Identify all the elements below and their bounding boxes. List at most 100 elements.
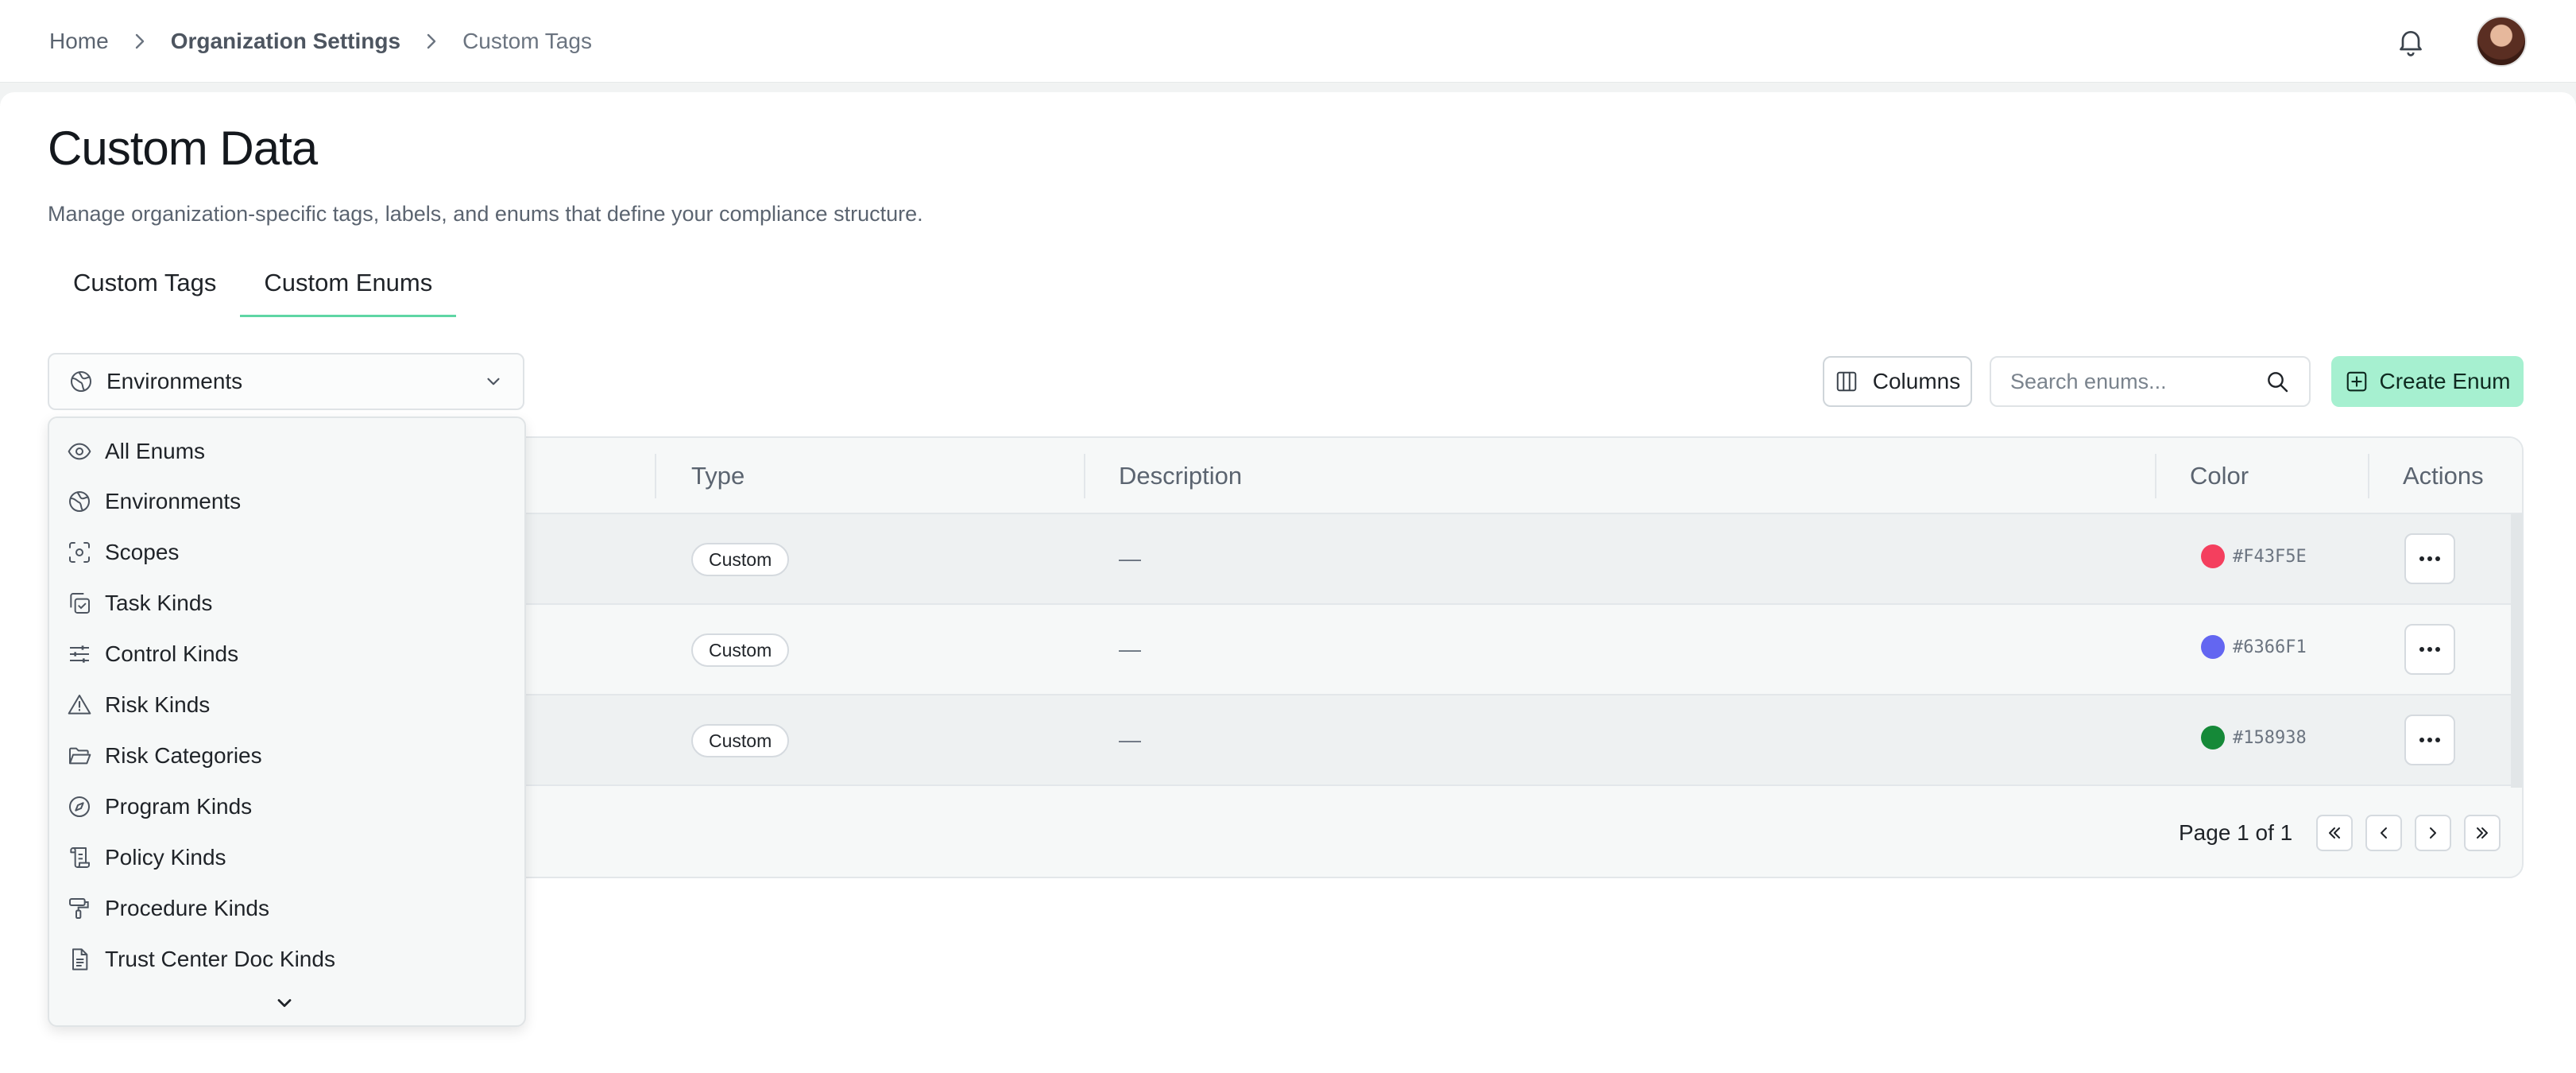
color-cell: #F43F5E xyxy=(2201,544,2307,568)
type-badge: Custom xyxy=(691,633,790,667)
breadcrumb-organization-settings[interactable]: Organization Settings xyxy=(171,29,400,54)
menu-item-label: Scopes xyxy=(105,540,180,564)
enum-type-select[interactable]: Environments xyxy=(48,353,524,410)
color-swatch xyxy=(2201,544,2225,568)
chevron-right-icon xyxy=(424,33,439,50)
menu-item-label: Control Kinds xyxy=(105,641,239,666)
sliders-icon xyxy=(67,641,92,667)
type-badge: Custom xyxy=(691,543,790,576)
search-field xyxy=(1990,356,2311,407)
menu-item-label: Risk Categories xyxy=(105,743,262,768)
chevrons-left-icon xyxy=(2329,827,2341,839)
column-header-type[interactable]: Type xyxy=(691,462,745,490)
last-page-button[interactable] xyxy=(2464,815,2501,851)
search-input[interactable] xyxy=(2010,369,2249,394)
chevron-down-icon[interactable] xyxy=(273,992,299,1017)
type-badge: Custom xyxy=(691,724,790,757)
warning-triangle-icon xyxy=(67,692,92,718)
description-cell: — xyxy=(1119,727,1141,752)
menu-item-control-kinds[interactable]: Control Kinds xyxy=(67,632,512,676)
compass-icon xyxy=(67,794,92,819)
tab-custom-enums[interactable]: Custom Enums xyxy=(240,259,457,317)
column-divider xyxy=(2155,454,2156,498)
color-hex: #6366F1 xyxy=(2233,637,2307,657)
search-icon[interactable] xyxy=(2265,369,2290,394)
breadcrumb-home[interactable]: Home xyxy=(49,29,109,54)
scan-icon xyxy=(67,540,92,565)
menu-item-label: Program Kinds xyxy=(105,794,253,819)
menu-item-program-kinds[interactable]: Program Kinds xyxy=(67,784,512,829)
more-horizontal-icon xyxy=(2419,738,2440,742)
header-actions xyxy=(2393,15,2527,67)
top-bar: Home Organization Settings Custom Tags xyxy=(0,0,2576,83)
globe-icon xyxy=(67,489,92,514)
menu-item-procedure-kinds[interactable]: Procedure Kinds xyxy=(67,886,512,931)
menu-item-task-kinds[interactable]: Task Kinds xyxy=(67,581,512,626)
column-header-actions: Actions xyxy=(2403,462,2484,490)
tab-custom-tags[interactable]: Custom Tags xyxy=(49,259,240,317)
column-divider xyxy=(2368,454,2369,498)
pagination: Page 1 of 1 xyxy=(2179,815,2513,851)
page-title: Custom Data xyxy=(48,122,318,175)
chevron-right-icon xyxy=(2430,827,2437,839)
eye-icon xyxy=(67,439,92,464)
chevron-left-icon xyxy=(2381,827,2388,839)
menu-item-all-enums[interactable]: All Enums xyxy=(67,429,512,474)
chevron-down-icon xyxy=(483,371,504,392)
more-horizontal-icon xyxy=(2419,556,2440,561)
pagination-label: Page 1 of 1 xyxy=(2179,820,2293,845)
columns-button[interactable]: Columns xyxy=(1823,356,1972,407)
enum-type-select-value: Environments xyxy=(106,369,243,393)
scroll-icon xyxy=(67,845,92,870)
menu-item-environments[interactable]: Environments xyxy=(67,479,512,524)
column-divider xyxy=(1084,454,1085,498)
menu-item-policy-kinds[interactable]: Policy Kinds xyxy=(67,835,512,880)
color-swatch xyxy=(2201,635,2225,659)
tab-bar: Custom Tags Custom Enums xyxy=(49,259,457,317)
chevron-right-icon xyxy=(133,33,147,50)
row-actions-button[interactable] xyxy=(2404,624,2455,675)
file-text-icon xyxy=(67,947,92,972)
more-horizontal-icon xyxy=(2419,647,2440,652)
plus-square-icon xyxy=(2345,370,2369,393)
column-divider xyxy=(655,454,656,498)
menu-item-label: Risk Kinds xyxy=(105,692,211,717)
row-actions-button[interactable] xyxy=(2404,715,2455,765)
task-copy-check-icon xyxy=(67,591,92,616)
next-page-button[interactable] xyxy=(2415,815,2452,851)
menu-item-risk-categories[interactable]: Risk Categories xyxy=(67,734,512,778)
color-hex: #F43F5E xyxy=(2233,546,2307,567)
description-cell: — xyxy=(1119,546,1141,571)
first-page-button[interactable] xyxy=(2316,815,2354,851)
chevrons-right-icon xyxy=(2477,827,2489,839)
breadcrumb: Home Organization Settings Custom Tags xyxy=(49,29,592,54)
menu-item-trust-center-doc-kinds[interactable]: Trust Center Doc Kinds xyxy=(67,937,512,982)
menu-item-label: Environments xyxy=(105,489,242,513)
paint-roller-icon xyxy=(67,896,92,921)
globe-icon xyxy=(68,369,94,394)
menu-item-risk-kinds[interactable]: Risk Kinds xyxy=(67,683,512,727)
color-cell: #158938 xyxy=(2201,726,2307,750)
folder-open-icon xyxy=(67,743,92,769)
menu-item-label: Task Kinds xyxy=(105,591,213,615)
bell-icon[interactable] xyxy=(2393,24,2428,59)
menu-item-scopes[interactable]: Scopes xyxy=(67,530,512,575)
description-cell: — xyxy=(1119,637,1141,661)
create-enum-button[interactable]: Create Enum xyxy=(2331,356,2524,407)
table-scrollbar[interactable] xyxy=(2511,514,2522,788)
previous-page-button[interactable] xyxy=(2365,815,2403,851)
menu-item-label: Policy Kinds xyxy=(105,845,226,870)
columns-icon xyxy=(1835,370,1859,393)
enum-type-menu: All Enums Environments Scopes Task Kinds… xyxy=(48,416,526,1027)
page-subtitle: Manage organization-specific tags, label… xyxy=(48,202,923,226)
breadcrumb-current: Custom Tags xyxy=(462,28,592,53)
menu-item-label: Trust Center Doc Kinds xyxy=(105,947,335,971)
avatar[interactable] xyxy=(2476,15,2527,67)
column-header-description[interactable]: Description xyxy=(1119,462,1242,490)
row-actions-button[interactable] xyxy=(2404,533,2455,584)
columns-button-label: Columns xyxy=(1872,369,1961,393)
menu-item-label: Procedure Kinds xyxy=(105,896,270,920)
column-header-color[interactable]: Color xyxy=(2190,462,2249,490)
color-hex: #158938 xyxy=(2233,727,2307,748)
menu-item-label: All Enums xyxy=(105,439,206,463)
